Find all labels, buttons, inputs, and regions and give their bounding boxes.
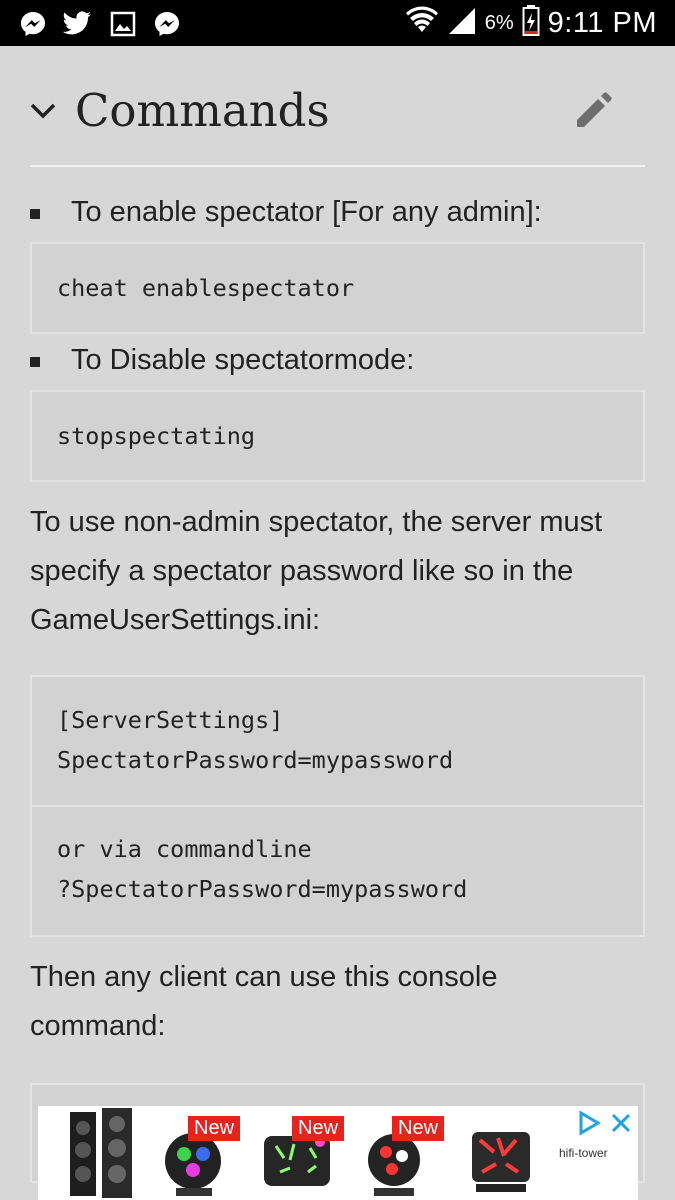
- article-content: Commands To enable spectator [For any ad…: [30, 46, 645, 1183]
- code-line: cheat enablespectator: [57, 274, 355, 302]
- twitter-icon: [62, 9, 92, 39]
- code-block: or via commandline ?SpectatorPassword=my…: [30, 807, 645, 937]
- section-title: Commands: [75, 84, 330, 137]
- code-block: cheat enablespectator: [30, 242, 645, 334]
- messenger-icon: [18, 9, 48, 39]
- paragraph-line: Then any client can use this console: [30, 961, 498, 993]
- code-line: SpectatorPassword=mypassword: [57, 746, 454, 774]
- list-item: To enable spectator [For any admin]:: [30, 186, 645, 242]
- paragraph-line: GameUserSettings.ini:: [30, 604, 321, 636]
- gallery-icon: [108, 9, 138, 39]
- list-item-text: To Disable spectatormode:: [71, 344, 415, 376]
- signal-icon: [447, 6, 477, 41]
- messenger-icon: [152, 9, 182, 39]
- list-item-text: To enable spectator [For any admin]:: [71, 196, 542, 228]
- battery-icon: [522, 4, 540, 42]
- new-badge: New: [392, 1116, 445, 1141]
- code-line: or via commandline: [57, 835, 312, 863]
- paragraph-line: command:: [30, 1010, 166, 1042]
- paragraph: To use non-admin spectator, the server m…: [30, 498, 645, 645]
- new-badge: New: [188, 1116, 241, 1141]
- edit-icon[interactable]: [571, 88, 615, 132]
- code-line: ?SpectatorPassword=mypassword: [57, 875, 468, 903]
- code-line: [ServerSettings]: [57, 706, 284, 734]
- section-header[interactable]: Commands: [30, 46, 645, 167]
- code-block: stopspectating: [30, 390, 645, 482]
- wifi-icon: [405, 6, 439, 41]
- battery-percent: 6%: [484, 11, 514, 34]
- ad-brand-logo: hifi-tower: [559, 1146, 608, 1160]
- clock: 9:11 PM: [547, 6, 657, 39]
- ad-product-speakers[interactable]: [58, 1106, 148, 1200]
- ad-product-derby-light[interactable]: [458, 1106, 548, 1200]
- new-badge: New: [292, 1116, 345, 1141]
- ad-product-light[interactable]: New: [148, 1106, 243, 1200]
- close-icon[interactable]: [610, 1112, 632, 1134]
- ad-product-light[interactable]: New: [250, 1106, 345, 1200]
- bullet-marker: [30, 357, 40, 367]
- chevron-down-icon[interactable]: [30, 98, 56, 124]
- bullet-marker: [30, 209, 40, 219]
- ad-banner[interactable]: New New New hifi-tower: [38, 1106, 638, 1200]
- code-line: stopspectating: [57, 422, 256, 450]
- paragraph: Then any client can use this console com…: [30, 953, 645, 1051]
- list-item: To Disable spectatormode:: [30, 334, 645, 390]
- code-block: [ServerSettings] SpectatorPassword=mypas…: [30, 675, 645, 807]
- paragraph-line: To use non-admin spectator, the server m…: [30, 506, 603, 538]
- ad-choices-icon[interactable]: [576, 1110, 602, 1136]
- ad-product-light[interactable]: New: [350, 1106, 445, 1200]
- paragraph-line: specify a spectator password like so in …: [30, 555, 574, 587]
- status-bar: 6% 9:11 PM: [0, 0, 675, 46]
